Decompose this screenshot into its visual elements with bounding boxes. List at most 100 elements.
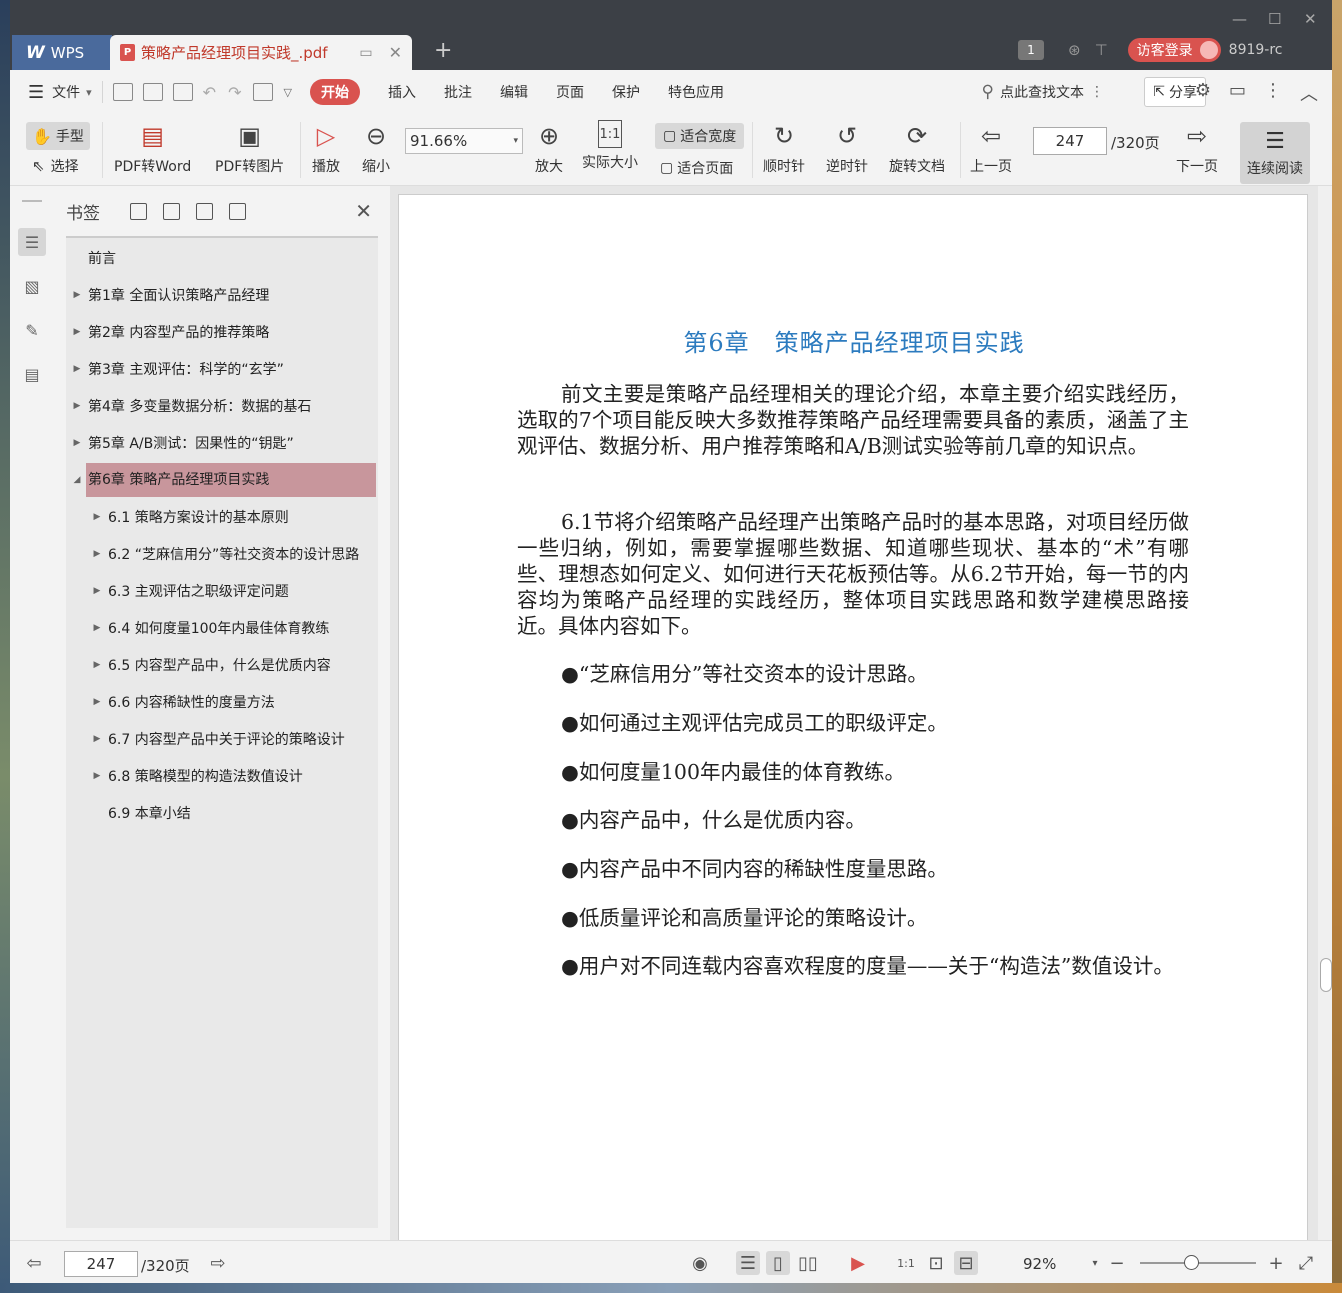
document-tab[interactable]: P 策略产品经理项目实践_.pdf ▭ ✕	[110, 35, 412, 70]
save-icon[interactable]	[142, 83, 163, 101]
export-icon[interactable]	[253, 83, 274, 101]
menu-tab-edit[interactable]: 编辑	[500, 82, 528, 102]
annotation-panel-icon[interactable]: ✎	[18, 316, 46, 344]
add-bookmark-icon[interactable]	[196, 202, 213, 220]
zoom-slider-knob[interactable]	[1184, 1255, 1199, 1270]
select-tool-button[interactable]: ⇖ 选择	[32, 156, 79, 176]
continuous-view-icon[interactable]: ☰	[736, 1251, 760, 1275]
expand-arrow-icon[interactable]: ▶	[86, 512, 108, 522]
bookmark-item-active[interactable]: ◢ 第6章 策略产品经理项目实践	[66, 463, 378, 497]
menu-tab-protect[interactable]: 保护	[612, 82, 640, 102]
expand-arrow-icon[interactable]: ▶	[86, 623, 108, 633]
collapse-arrow-icon[interactable]: ◢	[66, 475, 88, 485]
zoom-dropdown-icon[interactable]: ▾	[1083, 1251, 1107, 1275]
rotate-clockwise-button[interactable]: ↻ 顺时针	[763, 120, 805, 176]
bookmark-item[interactable]: 前言	[66, 241, 378, 275]
maximize-icon[interactable]: ☐	[1268, 10, 1281, 28]
fit-page-icon[interactable]: ⊡	[924, 1251, 948, 1275]
expand-arrow-icon[interactable]: ▶	[66, 401, 88, 411]
bookmark-item[interactable]: ▶ 第3章 主观评估：科学的“玄学”	[66, 352, 378, 386]
zoom-out-button[interactable]: ⊖ 缩小	[360, 120, 392, 176]
expand-arrow-icon[interactable]: ▶	[86, 660, 108, 670]
fit-width-icon[interactable]: ⊟	[954, 1251, 978, 1275]
minimize-icon[interactable]: —	[1232, 10, 1247, 28]
document-view[interactable]: 第6章 策略产品经理项目实践 前文主要是策略产品经理相关的理论介绍，本章主要介绍…	[390, 186, 1318, 1254]
bookmark-item[interactable]: ▶ 第1章 全面认识策略产品经理	[66, 278, 378, 312]
chevron-down-icon[interactable]: ▾	[86, 86, 92, 99]
zoom-slider[interactable]	[1140, 1255, 1256, 1270]
rotate-document-button[interactable]: ⟳ 旋转文档	[889, 120, 945, 176]
next-page-icon[interactable]: ⇨	[206, 1251, 230, 1275]
bookmark-panel-icon[interactable]: ☰	[18, 228, 46, 256]
expand-arrow-icon[interactable]: ▶	[86, 549, 108, 559]
zoom-in-button[interactable]: ⊕ 放大	[533, 120, 565, 176]
actual-size-icon[interactable]: 1:1	[894, 1251, 918, 1275]
status-zoom-value[interactable]: 92%	[1023, 1255, 1056, 1273]
expand-arrow-icon[interactable]: ▶	[66, 364, 88, 374]
print-icon[interactable]	[172, 83, 193, 101]
vertical-scrollbar[interactable]	[1318, 186, 1332, 1240]
expand-arrow-icon[interactable]: ▶	[86, 734, 108, 744]
expand-arrow-icon[interactable]: ▶	[86, 697, 108, 707]
collapse-ribbon-icon[interactable]: ︿	[1300, 80, 1318, 106]
zoom-in-icon[interactable]: +	[1264, 1251, 1288, 1275]
fullscreen-icon[interactable]: ⤢	[1294, 1251, 1318, 1275]
bookmark-item[interactable]: ▶ 6.8 策略模型的构造法数值设计	[66, 759, 378, 793]
bookmark-item[interactable]: ▶ 6.4 如何度量100年内最佳体育教练	[66, 611, 378, 645]
bookmark-item[interactable]: ▶ 6.6 内容稀缺性的度量方法	[66, 685, 378, 719]
expand-arrow-icon[interactable]: ▶	[86, 586, 108, 596]
comment-panel-icon[interactable]: ▤	[18, 360, 46, 388]
bookmark-item[interactable]: ▶ 6.7 内容型产品中关于评论的策略设计	[66, 722, 378, 756]
play-icon[interactable]: ▶	[846, 1251, 870, 1275]
double-page-icon[interactable]: ▯▯	[796, 1251, 820, 1275]
search-text-box[interactable]: ⚲ 点此查找文本 ⋮	[982, 82, 1104, 102]
close-icon[interactable]: ✕	[355, 199, 372, 223]
scrollbar-thumb[interactable]	[1320, 958, 1332, 992]
fit-width-button[interactable]: ▢ 适合宽度	[655, 123, 745, 149]
skin-icon[interactable]: ⊛	[1068, 41, 1081, 59]
expand-arrow-icon[interactable]: ▶	[86, 771, 108, 781]
zoom-out-icon[interactable]: −	[1105, 1251, 1129, 1275]
drag-handle[interactable]	[22, 200, 42, 202]
status-page-input[interactable]: 247	[64, 1251, 138, 1277]
bookmark-item[interactable]: ▶ 第5章 A/B测试：因果性的“钥匙”	[66, 426, 378, 460]
prev-page-icon[interactable]: ⇦	[22, 1251, 46, 1275]
play-button[interactable]: ▷ 播放	[310, 120, 342, 176]
collapse-all-icon[interactable]	[163, 202, 180, 220]
menu-tab-page[interactable]: 页面	[556, 82, 584, 102]
bookmark-item[interactable]: ▶ 6.2 “芝麻信用分”等社交资本的设计思路	[66, 537, 378, 571]
hand-tool-button[interactable]: ✋ 手型	[26, 122, 90, 150]
pdf-to-image-button[interactable]: ▣ PDF转图片	[215, 120, 284, 176]
bookmark-item[interactable]: 6.9 本章小结	[66, 796, 378, 830]
comment-icon[interactable]: ▭	[1229, 80, 1246, 106]
single-page-icon[interactable]: ▯	[766, 1251, 790, 1275]
more-icon[interactable]: ⋮	[1264, 80, 1282, 106]
more-chevron-icon[interactable]: ▽	[283, 86, 291, 99]
page-number-input[interactable]: 247	[1033, 127, 1107, 155]
menu-tab-insert[interactable]: 插入	[388, 82, 416, 102]
pdf-to-word-button[interactable]: ▤ PDF转Word	[114, 120, 191, 176]
menu-tab-special[interactable]: 特色应用	[668, 82, 724, 102]
prev-page-button[interactable]: ⇦ 上一页	[970, 120, 1012, 176]
menu-tab-annotate[interactable]: 批注	[444, 82, 472, 102]
zoom-select[interactable]: 91.66% ▾	[405, 128, 523, 154]
next-page-button[interactable]: ⇨ 下一页	[1176, 120, 1218, 176]
actual-size-button[interactable]: 1:1 实际大小	[582, 120, 638, 172]
bookmark-item[interactable]: ▶ 第4章 多变量数据分析：数据的基石	[66, 389, 378, 423]
guest-login-button[interactable]: 访客登录	[1127, 38, 1221, 62]
expand-arrow-icon[interactable]: ▶	[66, 438, 88, 448]
wps-home-tab[interactable]: W WPS	[12, 35, 112, 70]
expand-arrow-icon[interactable]: ▶	[66, 327, 88, 337]
open-icon[interactable]	[112, 83, 133, 101]
bookmark-item[interactable]: ▶ 6.5 内容型产品中，什么是优质内容	[66, 648, 378, 682]
bookmark-item[interactable]: ▶ 6.3 主观评估之职级评定问题	[66, 574, 378, 608]
rotate-counterclockwise-button[interactable]: ↺ 逆时针	[826, 120, 868, 176]
close-tab-icon[interactable]: ✕	[389, 43, 402, 62]
pin-tab-icon[interactable]: ▭	[359, 45, 372, 61]
bookmark-item[interactable]: ▶ 6.1 策略方案设计的基本原则	[66, 500, 378, 534]
more-vertical-icon[interactable]: ⋮	[1090, 84, 1104, 100]
undo-icon[interactable]: ↶	[203, 83, 216, 102]
new-tab-icon[interactable]: +	[434, 38, 452, 63]
thumbnail-panel-icon[interactable]: ▧	[18, 272, 46, 300]
menu-tab-start[interactable]: 开始	[309, 79, 360, 105]
